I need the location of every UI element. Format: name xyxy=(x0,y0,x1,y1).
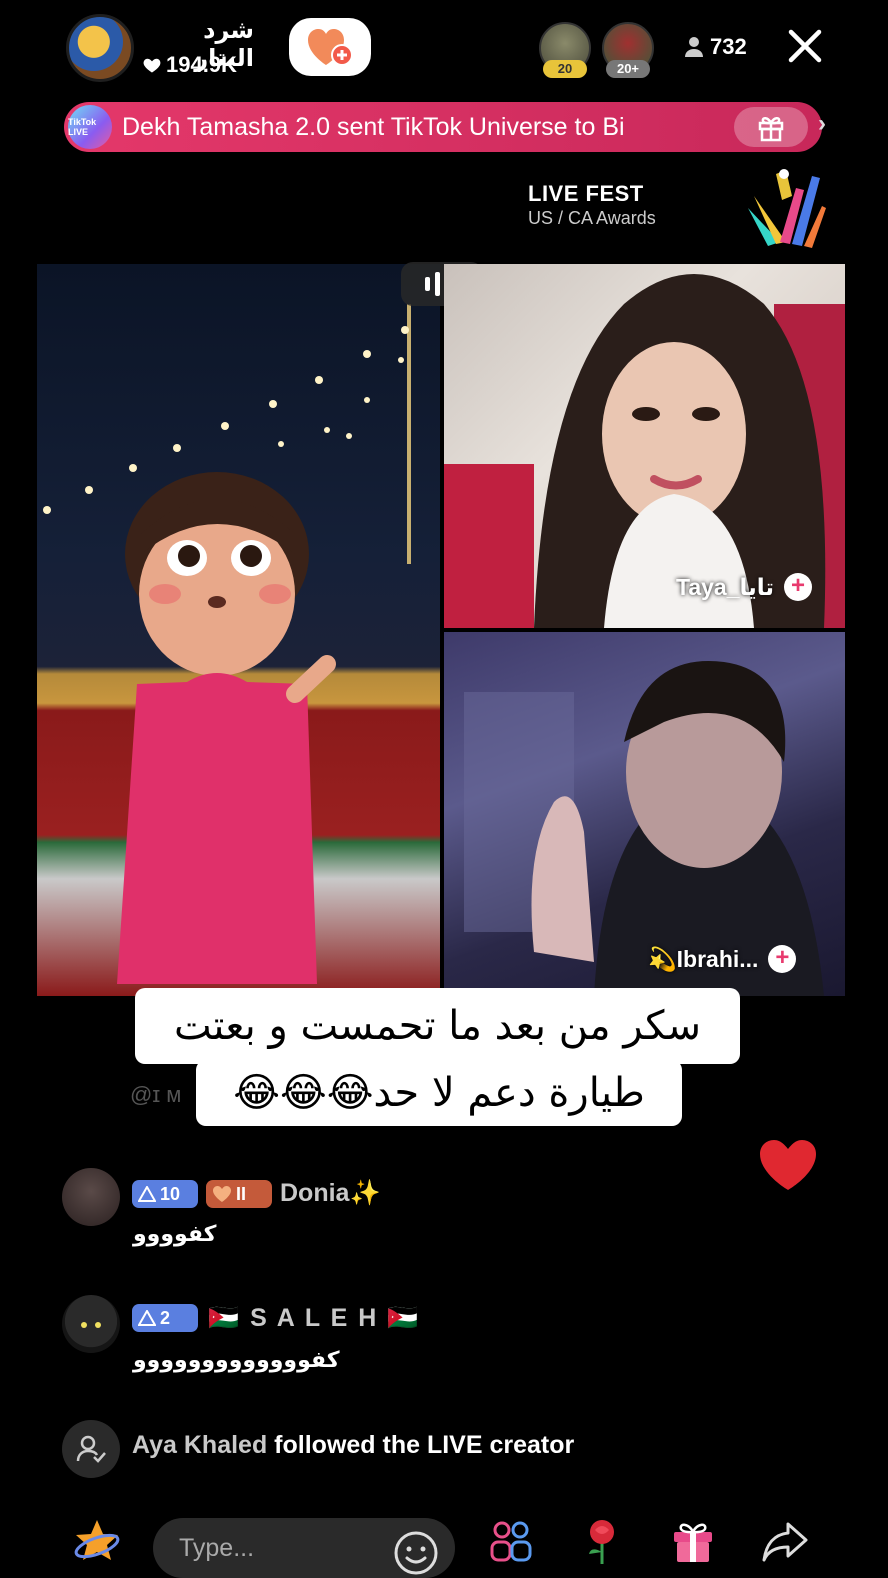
cat-face-icon xyxy=(81,1322,101,1328)
tiktok-live-logo: TikTok LIVE xyxy=(68,105,112,149)
live-fest-title[interactable]: LIVE FEST xyxy=(528,181,644,207)
cartoon-girl xyxy=(117,472,336,984)
follow-button[interactable] xyxy=(289,18,371,76)
comment-text: كفوووو xyxy=(133,1222,217,1247)
person-icon xyxy=(685,37,703,57)
level-icon xyxy=(138,1310,156,1326)
top-viewer-avatar[interactable]: 20+ xyxy=(602,22,654,78)
caption-line-2: طيارة دعم لا حد😂😂😂 xyxy=(196,1060,682,1126)
event-text: Aya Khaled followed the LIVE creator xyxy=(132,1431,574,1460)
star-icon[interactable] xyxy=(72,1516,122,1566)
avatar[interactable] xyxy=(62,1168,120,1226)
close-icon[interactable] xyxy=(785,24,825,68)
multi-guest-icon[interactable] xyxy=(486,1516,536,1566)
fan-heart-icon xyxy=(213,1186,231,1202)
floating-heart-icon xyxy=(760,1140,816,1190)
banner-arrow[interactable]: › xyxy=(818,110,826,138)
top-viewer-avatar[interactable]: 20 xyxy=(539,22,591,78)
live-fest-subtitle: US / CA Awards xyxy=(528,208,656,228)
gift-icon xyxy=(758,117,784,142)
live-fest-trophy-icon[interactable] xyxy=(740,166,826,248)
caption-line-1: سكر من بعد ما تحمست و بعتت xyxy=(135,988,740,1064)
comment-text: كفووووووووووووو xyxy=(133,1348,340,1373)
gift-banner[interactable]: TikTok LIVE Dekh Tamasha 2.0 sent TikTok… xyxy=(64,102,822,152)
guest-tag[interactable]: 💫Ibrahi... + xyxy=(644,938,810,980)
viewer-rank-badge: 20+ xyxy=(606,60,650,78)
fan-badge: II xyxy=(206,1180,272,1208)
viewer-count-value: 732 xyxy=(710,34,747,59)
share-icon[interactable] xyxy=(760,1516,810,1566)
guest-name: 💫Ibrahi... xyxy=(648,945,759,972)
follow-heart-plus-icon xyxy=(308,29,353,66)
host-video[interactable] xyxy=(37,264,440,996)
viewer-rank-badge: 20 xyxy=(543,60,587,78)
follow-person-icon xyxy=(76,1435,106,1463)
level-icon xyxy=(138,1186,156,1202)
fan-badge-value: II xyxy=(236,1183,247,1204)
banner-text: Dekh Tamasha 2.0 sent TikTok Universe to… xyxy=(122,112,625,141)
likes-count: 194.9K xyxy=(166,52,237,77)
add-guest-button[interactable]: + xyxy=(768,945,797,973)
event-user[interactable]: Aya Khaled xyxy=(132,1431,267,1459)
event-icon xyxy=(62,1420,120,1478)
host-avatar[interactable] xyxy=(66,14,134,82)
host-likes: 194.9K xyxy=(142,52,237,78)
guest-video-2[interactable]: 💫Ibrahi... + xyxy=(444,632,845,996)
comment-username[interactable]: Donia✨ xyxy=(280,1179,381,1208)
banner-gift-button[interactable] xyxy=(734,107,808,147)
level-badge: 2 xyxy=(132,1304,198,1332)
heart-icon xyxy=(143,58,161,73)
viewer-count[interactable]: 732 xyxy=(684,34,747,60)
add-guest-button[interactable]: + xyxy=(784,573,813,601)
ghost-comment: @ɪ ᴍ xyxy=(130,1082,182,1107)
comment-username[interactable]: 🇯🇴 S A L E H 🇯🇴 xyxy=(208,1304,420,1333)
emoji-icon[interactable] xyxy=(393,1530,439,1576)
gift-icon[interactable] xyxy=(668,1516,718,1566)
guest-name: Taya_تايا xyxy=(676,573,775,600)
level-value: 2 xyxy=(160,1307,171,1328)
level-badge: 10 xyxy=(132,1180,198,1208)
rose-gift-icon[interactable] xyxy=(577,1516,627,1566)
guest-tag[interactable]: Taya_تايا + xyxy=(672,566,826,608)
guest-video-1[interactable]: Taya_تايا + xyxy=(444,264,845,628)
avatar[interactable] xyxy=(62,1295,120,1353)
level-value: 10 xyxy=(160,1183,181,1204)
event-action: followed the LIVE creator xyxy=(267,1431,575,1459)
